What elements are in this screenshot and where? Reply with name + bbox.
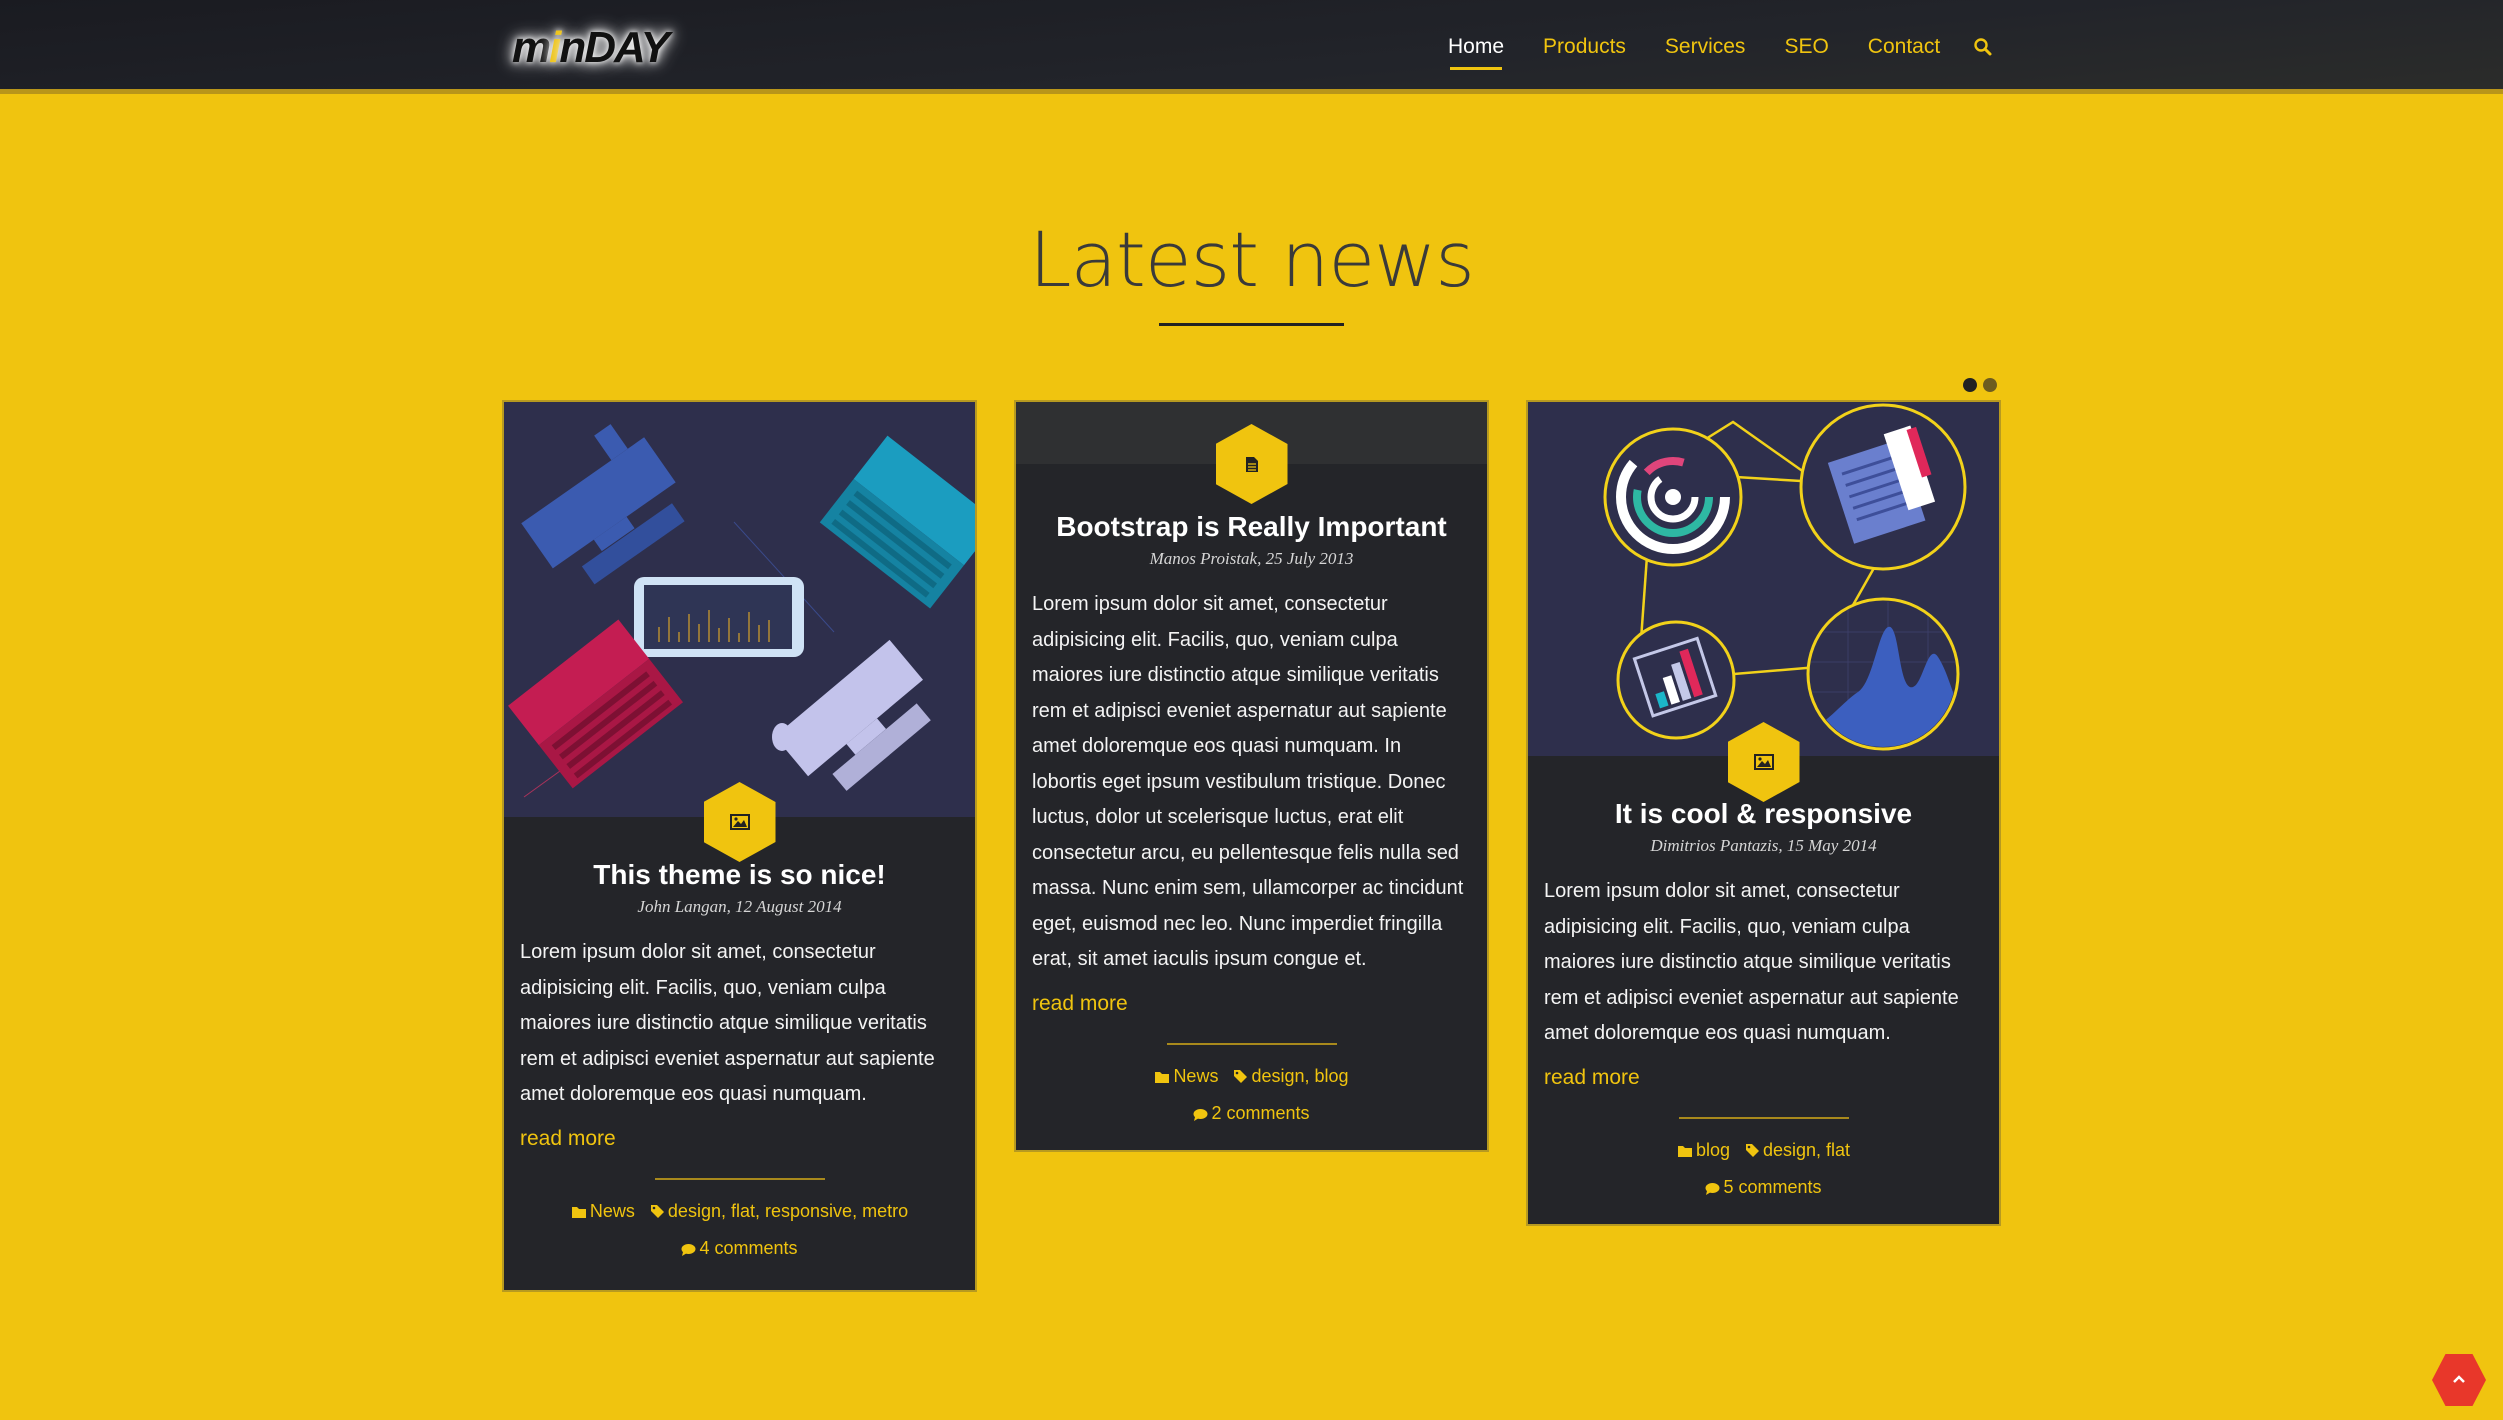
- card-image: [504, 402, 998, 862]
- tag-link[interactable]: design: [1251, 1066, 1304, 1086]
- read-more-link[interactable]: read more: [1528, 1066, 1999, 1090]
- card-divider: [654, 1177, 825, 1180]
- tag-link[interactable]: responsive: [765, 1201, 852, 1221]
- card-taxonomy: News design, blog: [1016, 1059, 1487, 1096]
- analytics-illustration: [1528, 402, 1999, 756]
- title-underline: [1159, 323, 1344, 326]
- card-image: [1528, 402, 1999, 802]
- tag-link[interactable]: design: [1763, 1140, 1816, 1160]
- read-more-link[interactable]: read more: [504, 1127, 975, 1151]
- top-navbar: minDAY Home Products Services SEO Contac…: [0, 0, 2503, 94]
- comment-icon: [1193, 1098, 1208, 1133]
- comments-link[interactable]: 4 comments: [504, 1231, 975, 1268]
- carousel-dot-1[interactable]: [1963, 378, 1977, 392]
- comment-icon: [681, 1233, 696, 1268]
- tag-icon: [1233, 1061, 1248, 1096]
- nav-services[interactable]: Services: [1665, 30, 1746, 64]
- read-more-link[interactable]: read more: [1016, 992, 1487, 1016]
- comments-count: 2 comments: [1211, 1102, 1310, 1123]
- tag-link[interactable]: design: [668, 1201, 721, 1221]
- card-title[interactable]: Bootstrap is Really Important: [1016, 509, 1487, 545]
- tag-link[interactable]: blog: [1315, 1066, 1349, 1086]
- comments-count: 4 comments: [699, 1237, 798, 1258]
- site-logo[interactable]: minDAY: [512, 22, 670, 74]
- card-taxonomy: blog design, flat: [1528, 1133, 1999, 1170]
- card-taxonomy: News design, flat, responsive, metro: [504, 1194, 975, 1231]
- card-meta: Manos Proistak, 25 July 2013: [1149, 549, 1354, 568]
- news-card-1: This theme is so nice! John Langan, 12 A…: [502, 400, 998, 1292]
- card-excerpt: Lorem ipsum dolor sit amet, consectetur …: [520, 941, 935, 1105]
- news-card-2: Bootstrap is Really Important Manos Proi…: [1014, 400, 1489, 1152]
- news-card-3: It is cool & responsive Dimitrios Pantaz…: [1526, 400, 2001, 1226]
- scroll-to-top-button[interactable]: [2432, 1354, 2486, 1406]
- comments-link[interactable]: 2 comments: [1016, 1096, 1487, 1133]
- nav-contact[interactable]: Contact: [1868, 30, 1940, 64]
- search-icon[interactable]: [1973, 37, 1993, 57]
- logo-text-accent: i: [549, 23, 561, 72]
- card-header-band: [1016, 402, 1487, 504]
- card-meta: Dimitrios Pantazis, 15 May 2014: [1650, 836, 1877, 855]
- workspace-illustration: [504, 402, 998, 817]
- chevron-up-icon: [2452, 1371, 2466, 1389]
- nav-products[interactable]: Products: [1543, 30, 1626, 64]
- comment-icon: [1705, 1172, 1720, 1207]
- card-divider: [1678, 1116, 1849, 1119]
- card-excerpt: Lorem ipsum dolor sit amet, consectetur …: [1544, 880, 1959, 1044]
- tag-link[interactable]: flat: [731, 1201, 755, 1221]
- card-divider: [1166, 1042, 1337, 1045]
- carousel-pager: [1963, 378, 2003, 392]
- card-title[interactable]: This theme is so nice!: [504, 857, 975, 893]
- tag-icon: [650, 1196, 665, 1231]
- main-nav: Home Products Services SEO Contact: [1448, 30, 1993, 70]
- folder-icon: [571, 1196, 587, 1231]
- category-link[interactable]: blog: [1696, 1140, 1730, 1160]
- category-link[interactable]: News: [590, 1201, 635, 1221]
- logo-text-rest: nDAY: [559, 23, 670, 72]
- carousel-dot-2[interactable]: [1983, 378, 1997, 392]
- nav-home[interactable]: Home: [1448, 30, 1504, 70]
- folder-icon: [1154, 1061, 1170, 1096]
- card-meta: John Langan, 12 August 2014: [637, 897, 842, 916]
- category-link[interactable]: News: [1173, 1066, 1218, 1086]
- card-excerpt: Lorem ipsum dolor sit amet, consectetur …: [1032, 593, 1464, 970]
- logo-text: m: [512, 23, 551, 72]
- tag-link[interactable]: flat: [1826, 1140, 1850, 1160]
- nav-seo[interactable]: SEO: [1784, 30, 1828, 64]
- section-title: Latest news: [1029, 215, 1475, 304]
- folder-icon: [1677, 1135, 1693, 1170]
- tag-icon: [1745, 1135, 1760, 1170]
- comments-link[interactable]: 5 comments: [1528, 1170, 1999, 1207]
- tag-link[interactable]: metro: [862, 1201, 908, 1221]
- comments-count: 5 comments: [1723, 1176, 1822, 1197]
